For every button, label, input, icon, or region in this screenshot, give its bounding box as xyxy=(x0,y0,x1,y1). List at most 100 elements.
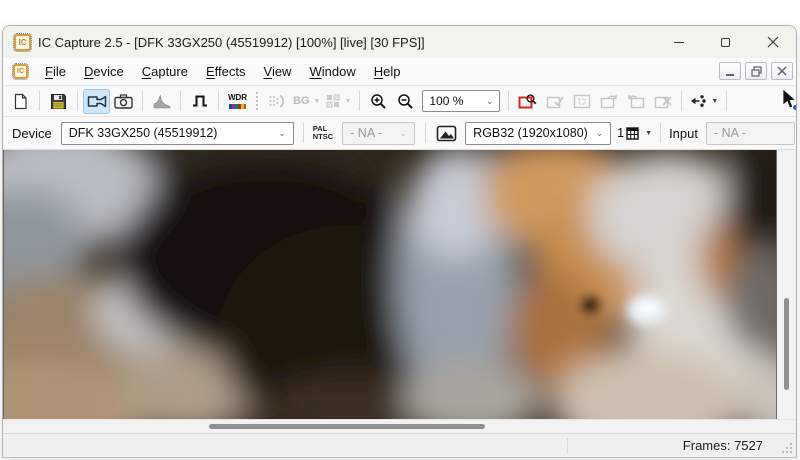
close-icon xyxy=(767,36,779,48)
roi-apply-icon xyxy=(546,94,564,109)
roi-redo-icon xyxy=(600,94,618,109)
zoom-in-button[interactable] xyxy=(365,89,392,114)
snap-image-button[interactable] xyxy=(110,89,137,114)
video-format-button[interactable] xyxy=(436,125,457,142)
roi-zoom-button[interactable] xyxy=(514,89,541,114)
minimize-button[interactable] xyxy=(655,26,702,58)
chevron-down-icon: ▼ xyxy=(645,130,652,137)
new-file-icon xyxy=(13,93,28,110)
wdr-icon: WDR xyxy=(228,94,247,109)
vertical-scrollbar-thumb[interactable] xyxy=(784,298,789,390)
ntsc-label: NTSC xyxy=(313,133,333,141)
menu-device[interactable]: Device xyxy=(75,60,133,83)
status-separator xyxy=(567,438,568,454)
video-norm-combobox: - NA - ⌄ xyxy=(342,122,415,145)
menu-file[interactable]: File xyxy=(36,60,75,83)
chevron-down-icon: ▼ xyxy=(711,98,718,105)
video-norm-button[interactable]: PAL NTSC xyxy=(313,125,333,141)
video-viewport xyxy=(3,150,796,419)
square-wave-icon xyxy=(192,94,208,108)
menu-label: W xyxy=(309,64,321,79)
toolbar-separator xyxy=(142,91,143,111)
video-camera-icon xyxy=(87,94,107,109)
trigger-mode-button[interactable] xyxy=(186,89,213,114)
menu-bar: IC File Device Capture Effects View Wind… xyxy=(3,58,796,86)
pattern-dropdown-button[interactable]: ▼ xyxy=(323,89,354,114)
input-combobox: - NA - xyxy=(706,122,795,145)
menu-label: V xyxy=(264,64,272,79)
vertical-scrollbar[interactable] xyxy=(777,150,796,419)
horizontal-scrollbar[interactable] xyxy=(3,419,796,433)
chevron-down-icon: ⌄ xyxy=(596,128,604,139)
menu-capture[interactable]: Capture xyxy=(133,60,197,83)
horizontal-scrollbar-thumb[interactable] xyxy=(209,424,485,429)
menu-help[interactable]: Help xyxy=(365,60,410,83)
photo-camera-icon xyxy=(114,94,133,109)
maximize-icon xyxy=(721,38,730,47)
zoom-out-icon xyxy=(397,93,414,110)
binning-grid-icon xyxy=(626,127,639,140)
roi-undo-icon xyxy=(627,94,645,109)
save-image-button[interactable] xyxy=(45,89,72,114)
roi-apply-button xyxy=(541,89,568,114)
mdi-restore-button[interactable] xyxy=(745,62,767,80)
menu-label: indow xyxy=(322,64,356,79)
wdr-button[interactable]: WDR xyxy=(224,89,251,114)
chevron-down-icon: ⌄ xyxy=(486,96,494,107)
zoom-level-combobox[interactable]: 100 % ⌄ xyxy=(422,90,500,112)
input-label: Input xyxy=(669,126,698,141)
wdr-color-bar xyxy=(229,104,246,109)
video-format-combobox[interactable]: RGB32 (1920x1080) ⌄ xyxy=(465,122,611,145)
toolbar-separator xyxy=(660,123,661,143)
roi-undo-button xyxy=(622,89,649,114)
input-value: - NA - xyxy=(714,126,746,140)
menu-label: ffects xyxy=(215,64,246,79)
app-window: IC IC Capture 2.5 - [DFK 33GX250 (455199… xyxy=(2,25,797,458)
cursor-arrow-icon xyxy=(782,89,797,111)
chevron-down-icon: ▼ xyxy=(344,98,351,105)
chevron-down-icon: ▼ xyxy=(314,98,321,105)
live-image-area[interactable] xyxy=(3,150,777,419)
mdi-close-button[interactable] xyxy=(771,62,793,80)
new-grabber-button[interactable] xyxy=(7,89,34,114)
menu-label: C xyxy=(142,64,151,79)
save-icon xyxy=(50,93,67,110)
menu-label: D xyxy=(84,64,93,79)
live-video-frame xyxy=(4,150,776,419)
pattern-grid-icon xyxy=(326,94,340,108)
toolbar-separator xyxy=(681,91,682,111)
mdi-minimize-icon xyxy=(726,74,734,76)
menu-label: iew xyxy=(272,64,292,79)
video-format-value: RGB32 (1920x1080) xyxy=(473,126,588,140)
caption-buttons xyxy=(655,26,796,58)
trigger-dropdown-button[interactable]: ▼ xyxy=(687,89,721,114)
bg-label: BG xyxy=(293,95,310,107)
background-dropdown-button[interactable]: BG ▼ xyxy=(290,89,323,114)
maximize-button[interactable] xyxy=(702,26,749,58)
roi-center-button xyxy=(568,89,595,114)
toolbar-separator xyxy=(425,123,426,143)
device-label: Device xyxy=(12,126,52,141)
menu-effects[interactable]: Effects xyxy=(197,60,255,83)
menu-view[interactable]: View xyxy=(255,60,301,83)
device-combobox[interactable]: DFK 33GX250 (45519912) ⌄ xyxy=(61,122,294,145)
wdr-label: WDR xyxy=(228,94,247,102)
histogram-icon xyxy=(153,94,171,109)
toolbar-separator xyxy=(508,91,509,111)
app-logo-icon: IC xyxy=(14,34,31,51)
zoom-level-value: 100 % xyxy=(429,94,463,108)
binning-dropdown-button[interactable]: 1 ▼ xyxy=(617,126,652,140)
histogram-button[interactable] xyxy=(148,89,175,114)
status-bar: Frames: 7527 xyxy=(3,433,796,457)
live-display-toggle-button[interactable] xyxy=(83,89,110,114)
menu-label: evice xyxy=(93,64,123,79)
zoom-in-icon xyxy=(370,93,387,110)
menu-window[interactable]: Window xyxy=(300,60,364,83)
close-button[interactable] xyxy=(749,26,796,58)
resize-grip[interactable] xyxy=(781,442,793,454)
toolbar-grip[interactable] xyxy=(255,91,259,111)
title-bar: IC IC Capture 2.5 - [DFK 33GX250 (455199… xyxy=(3,26,796,58)
mdi-minimize-button[interactable] xyxy=(719,62,741,80)
chevron-down-icon: ⌄ xyxy=(278,128,286,139)
zoom-out-button[interactable] xyxy=(392,89,419,114)
